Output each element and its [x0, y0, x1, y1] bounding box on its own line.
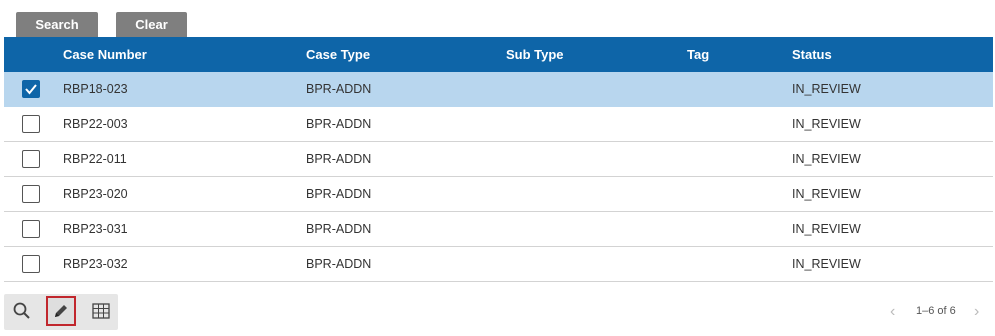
table-row[interactable]: RBP18-023 BPR-ADDN IN_REVIEW	[4, 72, 993, 107]
search-button[interactable]: Search	[16, 12, 98, 38]
chevron-left-icon[interactable]: ‹	[890, 304, 895, 320]
cell-case-number: RBP23-032	[63, 257, 128, 271]
column-header-tag[interactable]: Tag	[687, 37, 709, 72]
cell-case-type: BPR-ADDN	[306, 257, 372, 271]
table-row[interactable]: RBP22-003 BPR-ADDN IN_REVIEW	[4, 107, 993, 142]
cell-case-number: RBP23-031	[63, 222, 128, 236]
column-header-case-type[interactable]: Case Type	[306, 37, 370, 72]
table-grid-icon[interactable]	[86, 296, 116, 326]
table-row[interactable]: RBP23-020 BPR-ADDN IN_REVIEW	[4, 177, 993, 212]
cell-case-number: RBP22-003	[63, 117, 128, 131]
clear-button[interactable]: Clear	[116, 12, 187, 38]
search-icon[interactable]	[7, 296, 37, 326]
column-header-status[interactable]: Status	[792, 37, 832, 72]
cell-status: IN_REVIEW	[792, 222, 861, 236]
cell-status: IN_REVIEW	[792, 117, 861, 131]
cell-case-type: BPR-ADDN	[306, 82, 372, 96]
cell-case-number: RBP23-020	[63, 187, 128, 201]
row-checkbox[interactable]	[22, 115, 40, 133]
cell-case-type: BPR-ADDN	[306, 187, 372, 201]
cell-case-number: RBP18-023	[63, 82, 128, 96]
cell-case-type: BPR-ADDN	[306, 152, 372, 166]
cell-case-number: RBP22-011	[63, 152, 127, 166]
table-row[interactable]: RBP22-011 BPR-ADDN IN_REVIEW	[4, 142, 993, 177]
pencil-edit-icon[interactable]	[46, 296, 76, 326]
table-row[interactable]: RBP23-031 BPR-ADDN IN_REVIEW	[4, 212, 993, 247]
table-header: Case Number Case Type Sub Type Tag Statu…	[4, 37, 993, 72]
row-checkbox[interactable]	[22, 255, 40, 273]
pagination: ‹ 1–6 of 6 ›	[890, 304, 990, 320]
row-checkbox[interactable]	[22, 150, 40, 168]
table-toolbar	[4, 294, 118, 330]
row-checkbox[interactable]	[22, 220, 40, 238]
chevron-right-icon[interactable]: ›	[974, 304, 979, 320]
cell-status: IN_REVIEW	[792, 152, 861, 166]
pagination-info: 1–6 of 6	[916, 305, 956, 317]
column-header-sub-type[interactable]: Sub Type	[506, 37, 564, 72]
cell-case-type: BPR-ADDN	[306, 117, 372, 131]
row-checkbox[interactable]	[22, 185, 40, 203]
table-row[interactable]: RBP23-032 BPR-ADDN IN_REVIEW	[4, 247, 993, 282]
column-header-case-number[interactable]: Case Number	[63, 37, 147, 72]
cell-case-type: BPR-ADDN	[306, 222, 372, 236]
row-checkbox[interactable]	[22, 80, 40, 98]
case-table: Case Number Case Type Sub Type Tag Statu…	[4, 37, 993, 282]
cell-status: IN_REVIEW	[792, 82, 861, 96]
cell-status: IN_REVIEW	[792, 257, 861, 271]
cell-status: IN_REVIEW	[792, 187, 861, 201]
